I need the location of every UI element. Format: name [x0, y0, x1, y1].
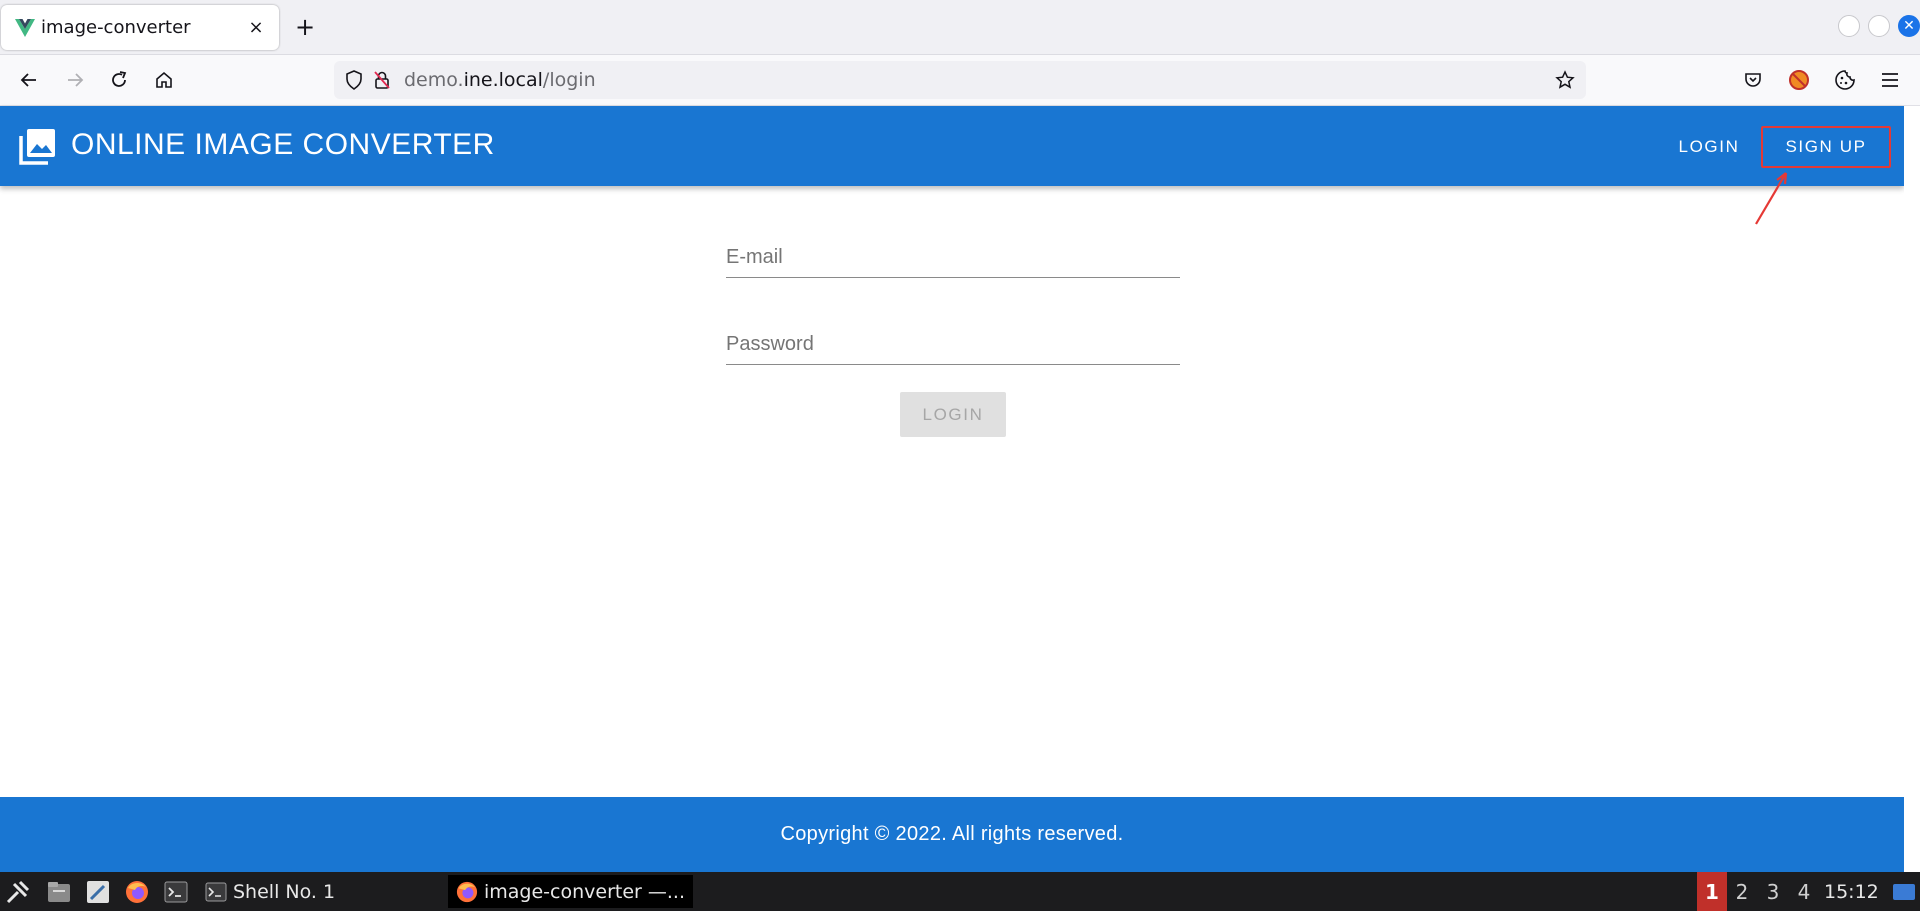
app-title: ONLINE IMAGE CONVERTER: [71, 128, 495, 161]
login-form: LOGIN: [726, 230, 1180, 437]
page-scrollbar[interactable]: [1904, 106, 1920, 872]
cookie-icon[interactable]: [1828, 63, 1862, 97]
forward-arrow-icon[interactable]: [58, 63, 92, 97]
workspace-4[interactable]: 4: [1789, 872, 1819, 911]
os-taskbar: Shell No. 1 image-converter —... 1 2 3 4…: [0, 872, 1920, 911]
password-input[interactable]: [726, 333, 1180, 356]
vue-logo-icon: [15, 18, 35, 38]
workspace-3[interactable]: 3: [1758, 872, 1788, 911]
email-input[interactable]: [726, 246, 1180, 269]
insecure-lock-icon[interactable]: [370, 68, 394, 92]
image-gallery-icon: [19, 129, 55, 165]
maximize-button[interactable]: [1868, 15, 1890, 37]
pocket-icon[interactable]: [1736, 63, 1770, 97]
login-button[interactable]: LOGIN: [900, 392, 1006, 437]
taskbar-clock: 15:12: [1824, 880, 1879, 903]
app-menu-icon[interactable]: [4, 878, 32, 906]
taskbar-shell-task[interactable]: Shell No. 1: [205, 875, 445, 908]
file-manager-icon[interactable]: [45, 878, 73, 906]
show-desktop-icon[interactable]: [1890, 878, 1918, 906]
minimize-button[interactable]: [1838, 15, 1860, 37]
extension-blocked-icon[interactable]: [1782, 63, 1816, 97]
app-header: ONLINE IMAGE CONVERTER LOGIN SIGN UP: [0, 106, 1904, 186]
workspace-1[interactable]: 1: [1697, 872, 1727, 911]
terminal-task-icon: [205, 882, 227, 901]
tab-title: image-converter: [41, 17, 191, 38]
terminal-icon[interactable]: [162, 878, 190, 906]
window-controls: ✕: [1838, 15, 1920, 37]
close-window-button[interactable]: ✕: [1898, 15, 1920, 37]
new-tab-button[interactable]: +: [290, 12, 320, 42]
firefox-icon[interactable]: [123, 878, 151, 906]
workspace-2[interactable]: 2: [1727, 872, 1757, 911]
url-bar[interactable]: demo.ine.local/login: [334, 61, 1586, 99]
bookmark-star-icon[interactable]: [1550, 65, 1580, 95]
password-field-wrapper: [726, 317, 1180, 365]
tab-close-icon[interactable]: ×: [241, 13, 271, 43]
nav-login-button[interactable]: LOGIN: [1664, 126, 1754, 168]
home-icon[interactable]: [147, 63, 181, 97]
hamburger-menu-icon[interactable]: [1873, 63, 1907, 97]
nav-signup-button[interactable]: SIGN UP: [1761, 126, 1891, 168]
text-editor-icon[interactable]: [84, 878, 112, 906]
taskbar-browser-task[interactable]: image-converter —...: [448, 875, 693, 908]
email-field-wrapper: [726, 230, 1180, 278]
firefox-task-icon: [456, 881, 478, 902]
browser-tab-bar: image-converter × + ✕: [0, 0, 1920, 55]
page-footer: Copyright © 2022. All rights reserved.: [0, 797, 1904, 872]
annotation-arrow: [1755, 172, 1788, 225]
reload-icon[interactable]: [102, 63, 136, 97]
browser-tab[interactable]: image-converter ×: [1, 5, 279, 50]
shield-icon[interactable]: [342, 68, 366, 92]
url-text: demo.ine.local/login: [404, 69, 596, 91]
copyright-text: Copyright © 2022. All rights reserved.: [780, 823, 1124, 845]
back-arrow-icon[interactable]: [12, 63, 46, 97]
browser-nav-bar: demo.ine.local/login: [0, 55, 1920, 106]
